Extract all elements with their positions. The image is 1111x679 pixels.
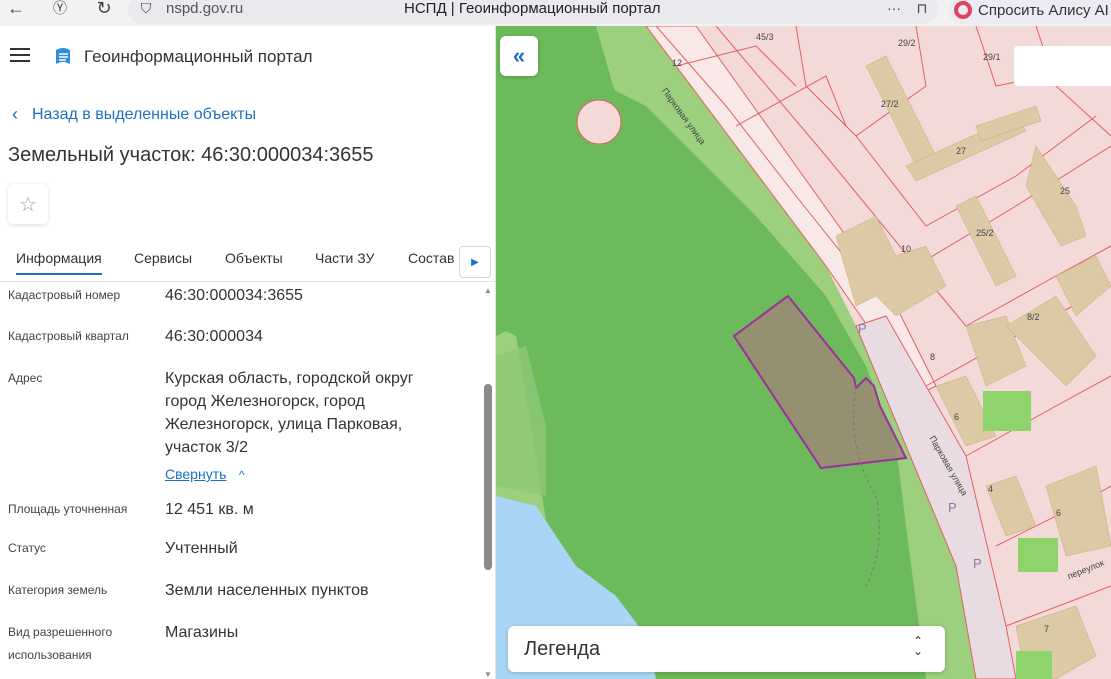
building-number: 29/2 bbox=[898, 38, 916, 48]
favorite-button[interactable]: ☆ bbox=[8, 184, 48, 224]
fields-scrollbar[interactable]: ▲ ▼ bbox=[482, 284, 494, 679]
parking-label: P bbox=[858, 321, 867, 336]
map-view[interactable]: Парковая улица Парковая улица переулок 1… bbox=[496, 26, 1111, 679]
site-shield-icon[interactable]: ⛉ bbox=[136, 0, 156, 18]
legend-dropdown[interactable]: Легенда ⌃ ⌄ bbox=[508, 626, 945, 672]
field-label: Адрес bbox=[8, 371, 43, 385]
building bbox=[865, 55, 937, 167]
ask-alice-button[interactable]: Спросить Алису AI bbox=[948, 0, 1111, 24]
panel-header: Геоинформационный портал bbox=[0, 26, 496, 86]
building bbox=[955, 195, 1017, 287]
info-fields: Кадастровый номер 46:30:000034:3655 Када… bbox=[0, 284, 482, 679]
building bbox=[1055, 255, 1111, 317]
scrollbar-thumb[interactable] bbox=[484, 384, 492, 570]
tab-composition[interactable]: Состав bbox=[408, 250, 454, 266]
yandex-icon[interactable]: Ⓨ bbox=[50, 0, 70, 18]
browser-toolbar: ← Ⓨ ↻ ⛉ nspd.gov.ru НСПД | Геоинформацио… bbox=[0, 0, 1111, 26]
caret-right-icon: ▶ bbox=[471, 256, 479, 268]
menu-icon[interactable] bbox=[10, 48, 30, 62]
building-number: 10 bbox=[901, 244, 912, 254]
field-label: Категория земель bbox=[8, 583, 108, 597]
portal-logo-icon bbox=[56, 48, 70, 64]
tabs-scroll-right-button[interactable]: ▶ bbox=[459, 246, 491, 278]
field-value: 12 451 кв. м bbox=[165, 501, 254, 518]
field-label: Площадь уточненная bbox=[8, 502, 128, 516]
field-value: 46:30:000034 bbox=[165, 328, 263, 345]
parking-label: P bbox=[973, 556, 982, 571]
field-label: Статус bbox=[8, 541, 46, 555]
field-value: Земли населенных пунктов bbox=[165, 582, 369, 599]
field-label: Кадастровый квартал bbox=[8, 329, 129, 343]
info-panel: Геоинформационный портал ‹ Назад в выдел… bbox=[0, 26, 496, 679]
bookmark-icon[interactable]: ⊓ bbox=[912, 0, 932, 18]
object-title: Земельный участок: 46:30:000034:3655 bbox=[8, 144, 374, 166]
building-number: 8 bbox=[930, 352, 936, 362]
tab-information[interactable]: Информация bbox=[16, 250, 102, 275]
scroll-up-icon[interactable]: ▲ bbox=[484, 286, 492, 295]
building-number: 25/2 bbox=[976, 228, 994, 238]
building-number: 29/1 bbox=[983, 52, 1001, 62]
building-number: 27 bbox=[956, 146, 967, 156]
chevron-updown-icon: ⌃ ⌄ bbox=[912, 634, 923, 658]
building-number: 6 bbox=[954, 412, 960, 422]
field-label: Кадастровый номер bbox=[8, 288, 121, 302]
field-label: Вид разрешенного использования bbox=[8, 625, 113, 662]
tab-objects[interactable]: Объекты bbox=[225, 250, 283, 266]
map-search-field[interactable] bbox=[1014, 46, 1111, 86]
building bbox=[985, 475, 1037, 537]
back-to-selected-link[interactable]: ‹ Назад в выделенные объекты bbox=[12, 104, 256, 125]
building-number: 27/2 bbox=[881, 99, 899, 109]
field-value: 46:30:000034:3655 bbox=[165, 287, 303, 304]
building bbox=[1025, 145, 1087, 247]
collapse-link[interactable]: Свернуть bbox=[165, 466, 226, 482]
ask-alice-label: Спросить Алису AI bbox=[978, 1, 1109, 19]
field-value: Курская область, городской округ город Ж… bbox=[165, 370, 414, 456]
green-plot bbox=[1018, 538, 1058, 572]
legend-label: Легенда bbox=[524, 638, 601, 660]
field-value: Магазины bbox=[165, 624, 239, 641]
star-icon: ☆ bbox=[19, 193, 37, 216]
building-number: 4 bbox=[988, 484, 994, 494]
chevron-left-icon: ‹ bbox=[12, 104, 18, 124]
tab-bar: Информация Сервисы Объекты Части ЗУ Сост… bbox=[0, 246, 496, 282]
scroll-down-icon[interactable]: ▼ bbox=[484, 670, 492, 679]
parking-label: P bbox=[948, 500, 957, 515]
more-icon[interactable]: ··· bbox=[884, 0, 904, 18]
back-label: Назад в выделенные объекты bbox=[32, 105, 257, 123]
url-text[interactable]: nspd.gov.ru bbox=[166, 0, 243, 17]
building-number: 45/3 bbox=[756, 32, 774, 42]
back-arrow-icon[interactable]: ← bbox=[6, 0, 26, 18]
tab-title: НСПД | Геоинформационный портал bbox=[404, 0, 661, 17]
building-number: 6 bbox=[1056, 508, 1062, 518]
building-number: 8/2 bbox=[1027, 312, 1040, 322]
map-canvas[interactable] bbox=[496, 26, 1111, 679]
green-plot bbox=[983, 391, 1031, 431]
building-number: 7 bbox=[1044, 624, 1050, 634]
tab-services[interactable]: Сервисы bbox=[134, 250, 192, 266]
tab-parts[interactable]: Части ЗУ bbox=[315, 250, 374, 266]
double-chevron-left-icon: « bbox=[512, 43, 526, 68]
roundabout bbox=[576, 99, 622, 145]
collapse-toggle[interactable]: Свернуть ^ bbox=[165, 463, 465, 487]
green-plot bbox=[1016, 651, 1052, 679]
reload-icon[interactable]: ↻ bbox=[94, 0, 114, 18]
chevron-up-icon: ^ bbox=[238, 468, 245, 482]
field-value: Учтенный bbox=[165, 540, 238, 557]
app-title: Геоинформационный портал bbox=[84, 47, 313, 66]
building-number: 25 bbox=[1060, 186, 1071, 196]
building-number: 12 bbox=[672, 58, 683, 68]
alice-icon bbox=[954, 1, 972, 19]
collapse-panel-button[interactable]: « bbox=[500, 36, 538, 76]
